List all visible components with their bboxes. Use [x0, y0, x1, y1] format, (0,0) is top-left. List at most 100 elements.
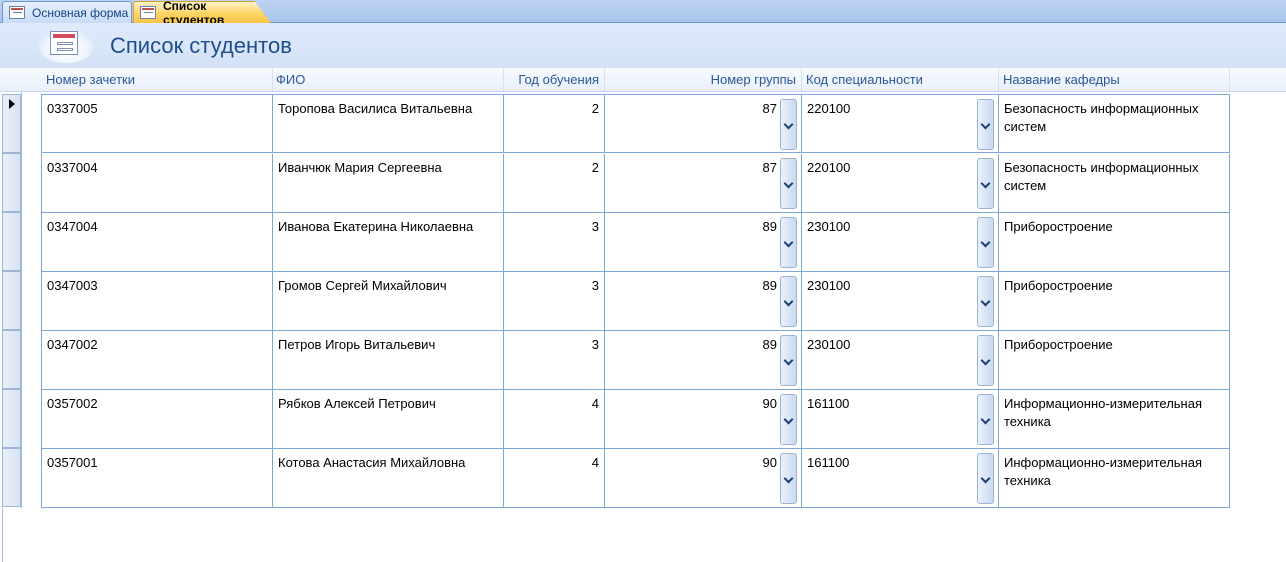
record-selector-column	[0, 92, 22, 508]
year-field[interactable]: 4	[504, 449, 605, 507]
form-icon	[9, 6, 25, 19]
form-logo-icon	[38, 29, 94, 63]
record-no-field[interactable]: 0337005	[42, 95, 273, 153]
column-header-row: Номер зачетки ФИО Год обучения Номер гру…	[0, 67, 1286, 92]
year-field[interactable]: 3	[504, 272, 605, 330]
department-field[interactable]: Безопасность информационных систем	[999, 95, 1230, 153]
form-title: Список студентов	[110, 33, 292, 58]
record-selector[interactable]	[2, 389, 21, 448]
form-header: Список студентов	[0, 23, 1286, 67]
name-field[interactable]: Котова Анастасия Михайловна	[273, 449, 504, 507]
specialty-code-value: 230100	[807, 337, 851, 352]
column-divider	[1229, 68, 1230, 92]
record-no-field[interactable]: 0347003	[42, 272, 273, 330]
record-selector[interactable]	[2, 94, 21, 153]
record-selector[interactable]	[2, 448, 21, 507]
chevron-down-icon[interactable]	[780, 394, 797, 445]
specialty-code-combo[interactable]: 230100	[802, 213, 999, 271]
column-header-department: Название кафедры	[1003, 72, 1120, 87]
table-row: 0347002 Петров Игорь Витальевич 3 89 230…	[41, 331, 1230, 390]
column-divider	[801, 68, 802, 92]
column-divider	[604, 68, 605, 92]
chevron-down-icon[interactable]	[977, 276, 994, 327]
group-value: 89	[762, 278, 777, 293]
column-header-record-no: Номер зачетки	[46, 72, 136, 87]
tab-label: Основная форма	[32, 5, 129, 20]
record-selector[interactable]	[2, 153, 21, 212]
table-row: 0357002 Рябков Алексей Петрович 4 90 161…	[41, 390, 1230, 449]
group-value: 87	[762, 101, 777, 116]
group-combo[interactable]: 89	[605, 213, 802, 271]
name-field[interactable]: Рябков Алексей Петрович	[273, 390, 504, 448]
record-no-field[interactable]: 0347002	[42, 331, 273, 389]
chevron-down-icon[interactable]	[977, 394, 994, 445]
specialty-code-combo[interactable]: 161100	[802, 390, 999, 448]
chevron-down-icon[interactable]	[780, 99, 797, 150]
specialty-code-combo[interactable]: 230100	[802, 331, 999, 389]
table-row: 0337005 Торопова Василиса Витальевна 2 8…	[41, 94, 1230, 153]
group-combo[interactable]: 90	[605, 390, 802, 448]
chevron-down-icon[interactable]	[977, 453, 994, 504]
group-combo[interactable]: 89	[605, 331, 802, 389]
chevron-down-icon[interactable]	[780, 158, 797, 209]
specialty-code-value: 230100	[807, 219, 851, 234]
record-no-field[interactable]: 0337004	[42, 154, 273, 212]
column-divider	[272, 68, 273, 92]
specialty-code-combo[interactable]: 220100	[802, 154, 999, 212]
name-field[interactable]: Иванова Екатерина Николаевна	[273, 213, 504, 271]
tab-student-list[interactable]: Список студентов	[133, 1, 271, 23]
chevron-down-icon[interactable]	[780, 217, 797, 268]
department-field[interactable]: Информационно-измерительная техника	[999, 449, 1230, 507]
document-tab-strip: Основная форма Список студентов	[0, 0, 1286, 23]
year-field[interactable]: 4	[504, 390, 605, 448]
department-field[interactable]: Приборостроение	[999, 213, 1230, 271]
group-combo[interactable]: 89	[605, 272, 802, 330]
table-row: 0347003 Громов Сергей Михайлович 3 89 23…	[41, 272, 1230, 331]
specialty-code-value: 230100	[807, 278, 851, 293]
group-value: 90	[762, 455, 777, 470]
record-no-field[interactable]: 0357001	[42, 449, 273, 507]
specialty-code-value: 161100	[807, 455, 850, 470]
name-field[interactable]: Громов Сергей Михайлович	[273, 272, 504, 330]
table-row: 0347004 Иванова Екатерина Николаевна 3 8…	[41, 213, 1230, 272]
record-selector[interactable]	[2, 212, 21, 271]
column-header-name: ФИО	[276, 72, 306, 87]
year-field[interactable]: 3	[504, 331, 605, 389]
form-icon	[140, 6, 156, 19]
group-value: 89	[762, 337, 777, 352]
specialty-code-value: 220100	[807, 101, 851, 116]
chevron-down-icon[interactable]	[977, 158, 994, 209]
chevron-down-icon[interactable]	[977, 335, 994, 386]
chevron-down-icon[interactable]	[780, 335, 797, 386]
specialty-code-combo[interactable]: 220100	[802, 95, 999, 153]
column-header-specialty-code: Код специальности	[806, 72, 923, 87]
column-divider	[503, 68, 504, 92]
specialty-code-combo[interactable]: 161100	[802, 449, 999, 507]
name-field[interactable]: Торопова Василиса Витальевна	[273, 95, 504, 153]
chevron-down-icon[interactable]	[780, 453, 797, 504]
name-field[interactable]: Иванчюк Мария Сергеевна	[273, 154, 504, 212]
record-no-field[interactable]: 0357002	[42, 390, 273, 448]
record-selector[interactable]	[2, 271, 21, 330]
specialty-code-combo[interactable]: 230100	[802, 272, 999, 330]
department-field[interactable]: Приборостроение	[999, 272, 1230, 330]
year-field[interactable]: 3	[504, 213, 605, 271]
department-field[interactable]: Безопасность информационных систем	[999, 154, 1230, 212]
name-field[interactable]: Петров Игорь Витальевич	[273, 331, 504, 389]
year-field[interactable]: 2	[504, 95, 605, 153]
table-row: 0337004 Иванчюк Мария Сергеевна 2 87 220…	[41, 154, 1230, 213]
group-combo[interactable]: 87	[605, 154, 802, 212]
year-field[interactable]: 2	[504, 154, 605, 212]
chevron-down-icon[interactable]	[977, 99, 994, 150]
record-no-field[interactable]: 0347004	[42, 213, 273, 271]
department-field[interactable]: Информационно-измерительная техника	[999, 390, 1230, 448]
specialty-code-value: 220100	[807, 160, 851, 175]
department-field[interactable]: Приборостроение	[999, 331, 1230, 389]
column-header-group: Номер группы	[710, 72, 796, 87]
group-combo[interactable]: 87	[605, 95, 802, 153]
tab-main-form[interactable]: Основная форма	[2, 1, 132, 23]
record-selector[interactable]	[2, 330, 21, 389]
chevron-down-icon[interactable]	[780, 276, 797, 327]
group-combo[interactable]: 90	[605, 449, 802, 507]
chevron-down-icon[interactable]	[977, 217, 994, 268]
